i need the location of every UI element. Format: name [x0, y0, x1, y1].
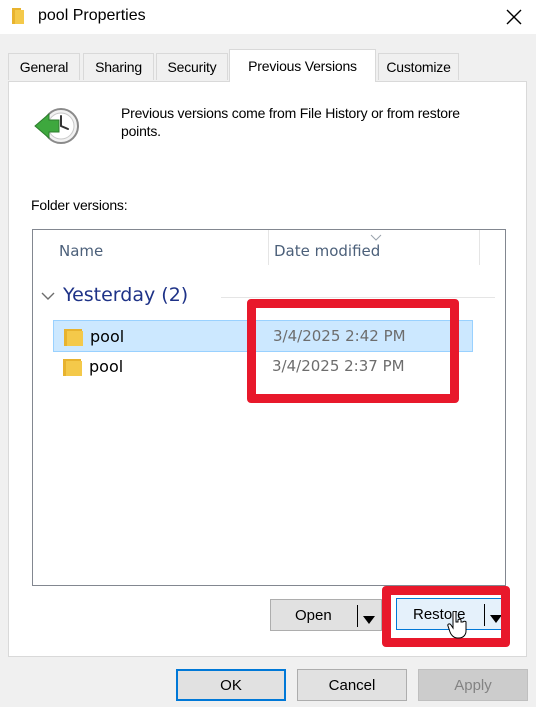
folder-versions-list[interactable]: Name Date modified Yesterday (2) pool 3/… — [32, 229, 506, 586]
dropdown-arrow-icon[interactable] — [363, 611, 375, 628]
folder-icon — [12, 8, 26, 29]
folder-icon — [63, 357, 83, 382]
column-separator — [479, 230, 480, 265]
item-name: pool — [90, 327, 125, 346]
tab-general[interactable]: General — [8, 53, 80, 80]
title-bar: pool Properties — [0, 0, 536, 34]
restore-clock-icon — [29, 102, 89, 155]
group-divider — [221, 297, 495, 298]
close-icon — [506, 9, 522, 25]
tab-security[interactable]: Security — [156, 53, 228, 80]
column-header-date-modified[interactable]: Date modified — [274, 242, 380, 260]
folder-versions-label: Folder versions: — [31, 197, 128, 213]
open-button-label: Open — [295, 606, 332, 624]
highlight-box-restore — [382, 586, 510, 647]
open-button[interactable]: Open — [270, 599, 382, 631]
column-separator — [268, 230, 269, 265]
group-chevron-icon — [41, 288, 55, 306]
apply-button: Apply — [418, 669, 528, 701]
group-label: Yesterday (2) — [63, 284, 189, 306]
item-name: pool — [89, 357, 124, 376]
window-title: pool Properties — [38, 7, 146, 24]
split-separator — [357, 605, 358, 627]
close-button[interactable] — [492, 0, 536, 34]
tab-sharing[interactable]: Sharing — [83, 53, 154, 80]
mouse-cursor-icon — [447, 610, 467, 644]
column-header-name[interactable]: Name — [59, 242, 103, 260]
folder-icon — [64, 327, 84, 352]
cancel-button[interactable]: Cancel — [297, 669, 407, 701]
ok-button[interactable]: OK — [176, 669, 286, 701]
tab-previous-versions[interactable]: Previous Versions — [229, 49, 376, 82]
highlight-box-dates — [247, 299, 459, 403]
info-text: Previous versions come from File History… — [121, 105, 460, 139]
tab-customize[interactable]: Customize — [378, 53, 459, 80]
